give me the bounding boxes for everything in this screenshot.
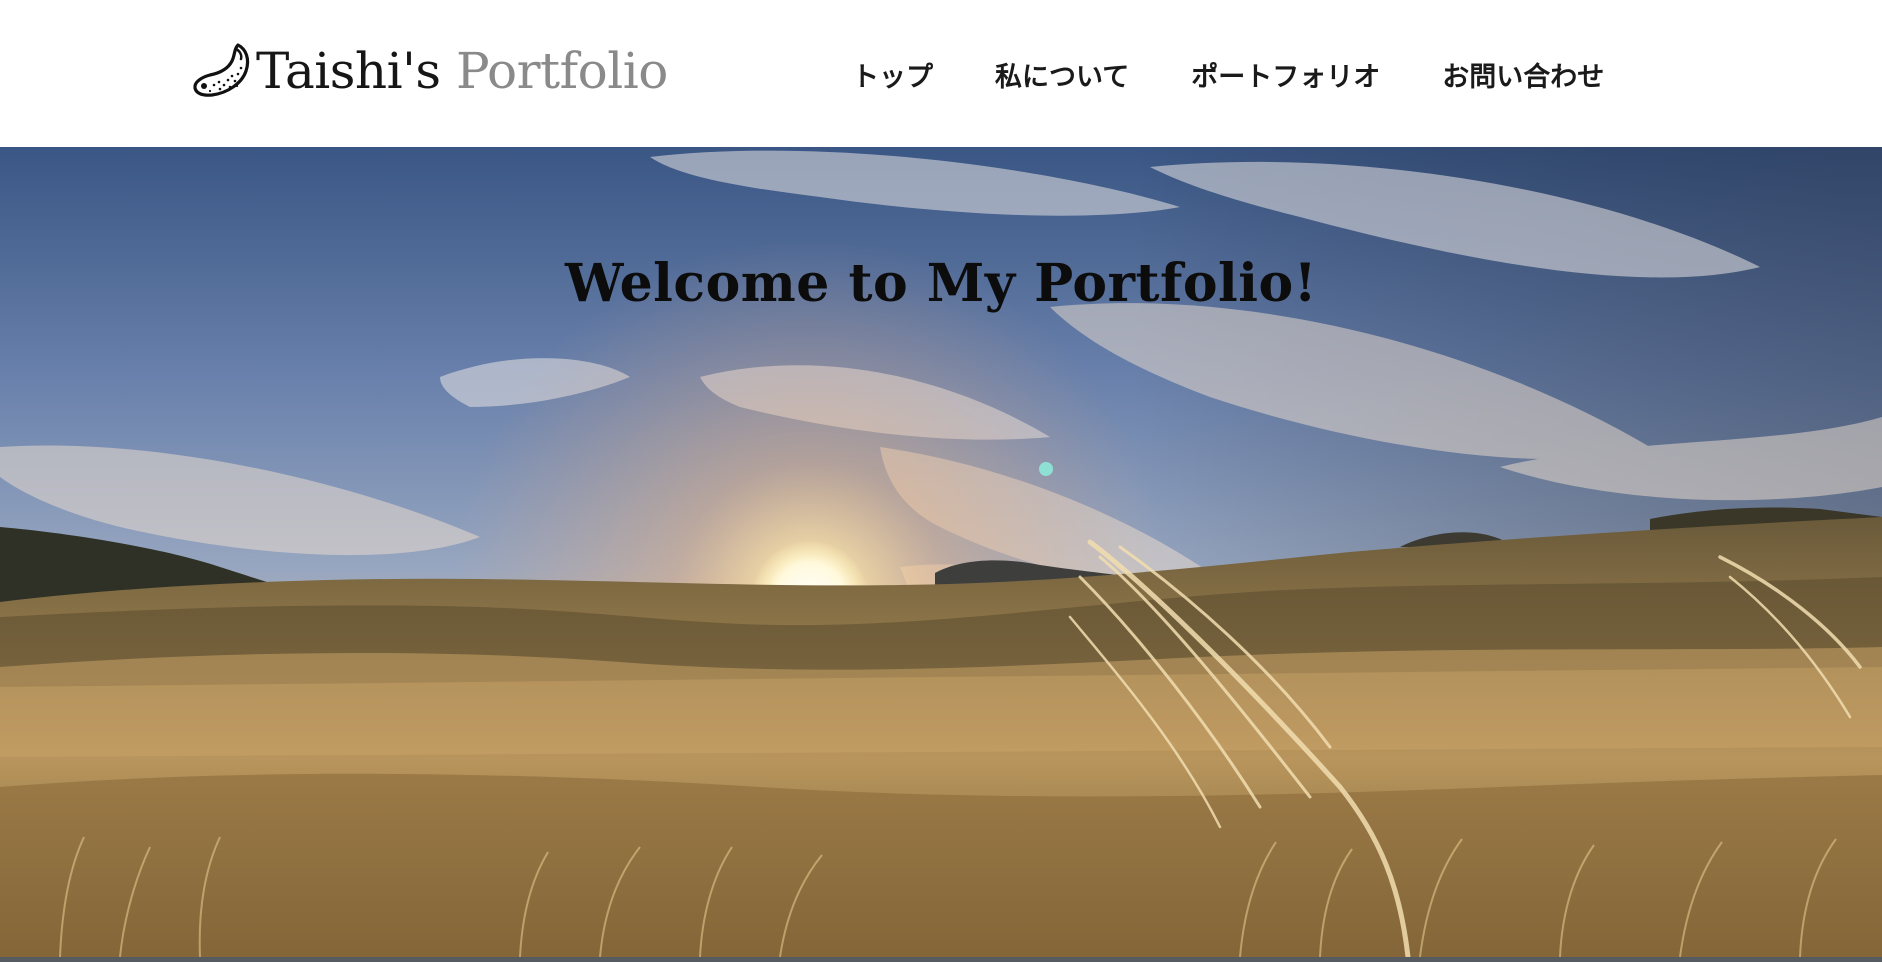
nav-item-contact[interactable]: お問い合わせ xyxy=(1442,55,1604,94)
nav-item-about[interactable]: 私について xyxy=(995,55,1129,94)
nav-item-portfolio[interactable]: ポートフォリオ xyxy=(1191,55,1380,94)
nav-item-top[interactable]: トップ xyxy=(852,55,933,94)
logo-main-text: Taishi's xyxy=(256,42,441,100)
logo-sub-text: Portfolio xyxy=(455,42,668,100)
site-header: Taishi's Portfolio トップ 私について ポートフォリオ お問い… xyxy=(0,0,1882,147)
hero-title: Welcome to My Portfolio! xyxy=(564,253,1318,314)
main-nav: トップ 私について ポートフォリオ お問い合わせ xyxy=(852,54,1604,94)
logo-link[interactable]: Taishi's Portfolio xyxy=(190,38,668,104)
hero-section: Welcome to My Portfolio! xyxy=(0,147,1882,957)
logo-text: Taishi's Portfolio xyxy=(256,46,668,96)
tadpole-icon xyxy=(193,43,250,97)
bottom-divider xyxy=(0,957,1882,962)
